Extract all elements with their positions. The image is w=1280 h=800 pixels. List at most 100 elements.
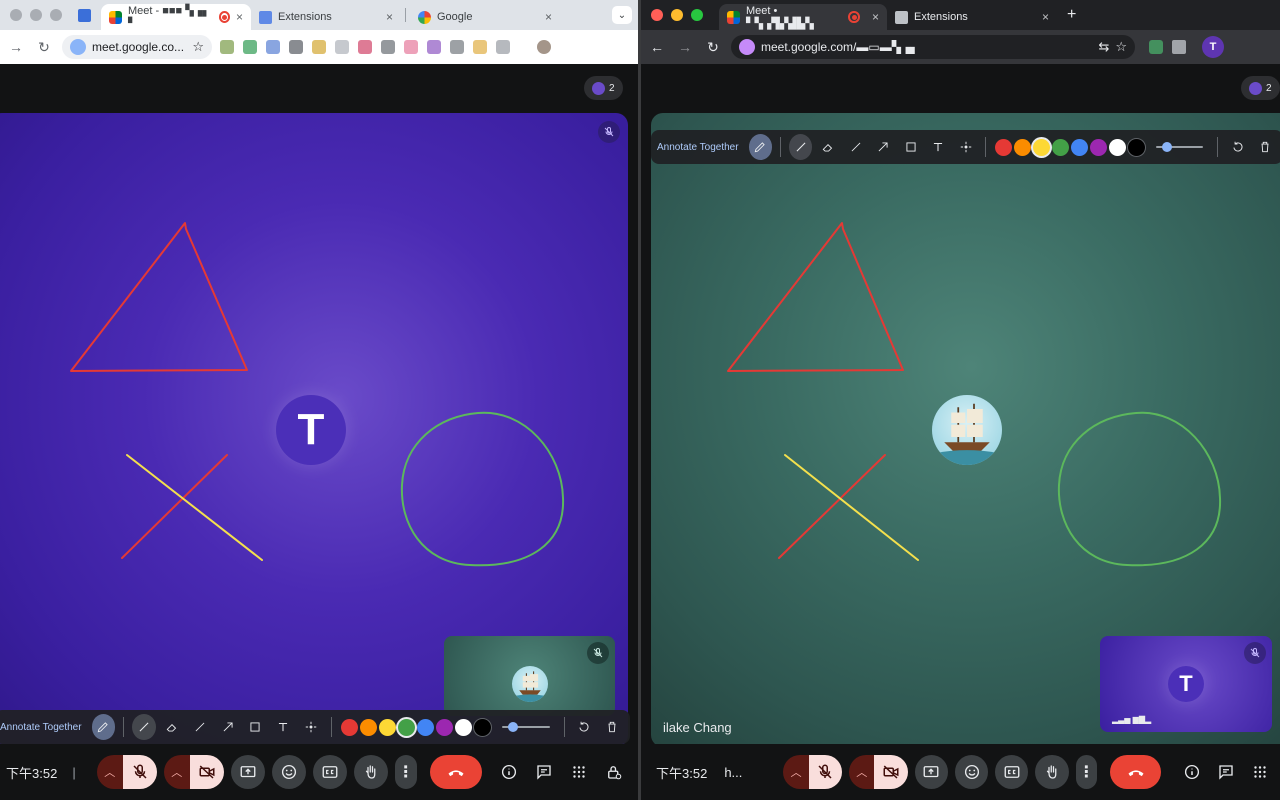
arrow-tool-icon[interactable] (871, 134, 894, 160)
color-swatch[interactable] (340, 718, 358, 736)
mic-off-button[interactable] (808, 755, 843, 789)
eraser-tool-icon[interactable] (816, 134, 839, 160)
extension-icon[interactable] (289, 40, 303, 54)
present-screen-button[interactable] (230, 755, 265, 789)
tab-google[interactable]: Google × (410, 4, 560, 30)
close-window-button[interactable] (651, 9, 663, 21)
stroke-width-slider[interactable] (501, 719, 550, 735)
arrow-tool-icon[interactable] (216, 714, 240, 740)
more-options-button[interactable]: ⋮ (394, 755, 417, 789)
color-swatch[interactable] (1071, 138, 1089, 156)
leave-call-button[interactable] (429, 755, 482, 789)
rectangle-tool-icon[interactable] (899, 134, 922, 160)
more-options-button[interactable]: ⋮ (1075, 755, 1098, 789)
eraser-tool-icon[interactable] (160, 714, 184, 740)
extension-icon[interactable] (266, 40, 280, 54)
present-screen-button[interactable] (914, 755, 948, 789)
color-swatch[interactable] (473, 718, 491, 736)
extension-icon[interactable] (381, 40, 395, 54)
color-swatch[interactable] (1090, 138, 1108, 156)
raise-hand-button[interactable] (353, 755, 388, 789)
chevron-up-icon[interactable]: ︿ (163, 755, 190, 789)
close-tab-icon[interactable]: × (872, 10, 879, 24)
extension-icon[interactable] (358, 40, 372, 54)
bookmark-star-icon[interactable]: ☆ (192, 39, 204, 55)
chat-icon[interactable] (1212, 758, 1239, 786)
close-window-button[interactable] (10, 9, 22, 21)
color-swatch[interactable] (454, 718, 472, 736)
close-tab-icon[interactable]: × (386, 10, 393, 24)
color-swatch[interactable] (995, 138, 1013, 156)
new-tab-button[interactable]: + (1057, 6, 1086, 24)
minimize-window-button[interactable] (671, 9, 683, 21)
close-tab-icon[interactable]: × (236, 10, 243, 24)
undo-icon[interactable] (1226, 134, 1249, 160)
extension-icon[interactable] (427, 40, 441, 54)
color-swatch[interactable] (435, 718, 453, 736)
color-swatch[interactable] (397, 718, 415, 736)
camera-off-button[interactable] (874, 755, 908, 789)
color-swatch[interactable] (1033, 138, 1051, 156)
activities-grid-icon[interactable] (565, 758, 593, 786)
extension-icon[interactable] (404, 40, 418, 54)
freehand-line-tool-icon[interactable] (788, 134, 813, 160)
color-swatch[interactable] (416, 718, 434, 736)
activities-grid-icon[interactable] (1247, 758, 1274, 786)
clear-trash-icon[interactable] (1254, 134, 1277, 160)
host-controls-lock-icon[interactable] (600, 758, 628, 786)
participants-badge[interactable]: 2 (1241, 76, 1280, 100)
rectangle-tool-icon[interactable] (244, 714, 268, 740)
chevron-up-icon[interactable]: ︿ (783, 755, 809, 789)
mic-in-use-icon[interactable] (70, 39, 86, 55)
close-tab-icon[interactable]: × (1042, 10, 1049, 24)
slider-knob[interactable] (1161, 142, 1172, 152)
laser-pointer-tool-icon[interactable] (954, 134, 977, 160)
pen-tool-icon[interactable] (91, 714, 116, 740)
color-swatch[interactable] (1128, 138, 1146, 156)
text-tool-icon[interactable] (926, 134, 949, 160)
raise-hand-button[interactable] (1035, 755, 1069, 789)
chevron-up-icon[interactable]: ︿ (96, 755, 123, 789)
forward-icon[interactable]: → (675, 39, 695, 55)
tab-meet[interactable]: Meet - ■■■ ▚▗▖ ▘ × (101, 4, 251, 30)
laser-pointer-tool-icon[interactable] (299, 714, 323, 740)
camera-off-button[interactable] (189, 755, 224, 789)
chat-icon[interactable] (530, 758, 558, 786)
chevron-up-icon[interactable]: ︿ (849, 755, 875, 789)
forward-icon[interactable]: → (6, 39, 26, 55)
leave-call-button[interactable] (1110, 755, 1161, 789)
tab-meet[interactable]: Meet • ▘▚▗▜▞▟▙▚ × (719, 4, 887, 30)
bookmark-star-icon[interactable]: ☆ (1115, 39, 1127, 55)
meeting-info-icon[interactable] (1178, 758, 1205, 786)
straight-line-tool-icon[interactable] (844, 134, 867, 160)
mic-off-button[interactable] (122, 755, 157, 789)
extension-icon[interactable] (496, 40, 510, 54)
pinned-tab-icon[interactable] (78, 8, 91, 22)
extension-icon[interactable] (243, 40, 257, 54)
self-view-tile[interactable]: T ▂▃▅ ▆▇▂ (1100, 636, 1272, 732)
profile-avatar[interactable] (537, 40, 551, 54)
zoom-window-button[interactable] (50, 9, 62, 21)
meeting-info-icon[interactable] (495, 758, 523, 786)
pen-tool-icon[interactable] (748, 134, 773, 160)
minimize-window-button[interactable] (30, 9, 42, 21)
extension-icon[interactable] (1149, 40, 1163, 54)
color-swatch[interactable] (378, 718, 396, 736)
mic-in-use-icon[interactable] (739, 39, 755, 55)
translate-icon[interactable]: ⇆ (1098, 39, 1109, 55)
text-tool-icon[interactable] (271, 714, 295, 740)
extension-icon[interactable] (312, 40, 326, 54)
back-icon[interactable]: ← (647, 39, 667, 55)
color-swatch[interactable] (359, 718, 377, 736)
color-swatch[interactable] (1014, 138, 1032, 156)
emoji-reaction-button[interactable] (954, 755, 989, 789)
slider-knob[interactable] (507, 722, 518, 732)
close-tab-icon[interactable]: × (545, 10, 552, 24)
reload-icon[interactable]: ↻ (34, 39, 54, 56)
profile-avatar[interactable]: T (1202, 36, 1224, 58)
zoom-window-button[interactable] (691, 9, 703, 21)
extension-icon[interactable] (450, 40, 464, 54)
tab-search-button[interactable]: ⌄ (612, 6, 632, 24)
emoji-reaction-button[interactable] (271, 755, 306, 789)
address-bar[interactable]: meet.google.com/▬▭▬▚▗▖ ⇆ ☆ (731, 35, 1135, 59)
